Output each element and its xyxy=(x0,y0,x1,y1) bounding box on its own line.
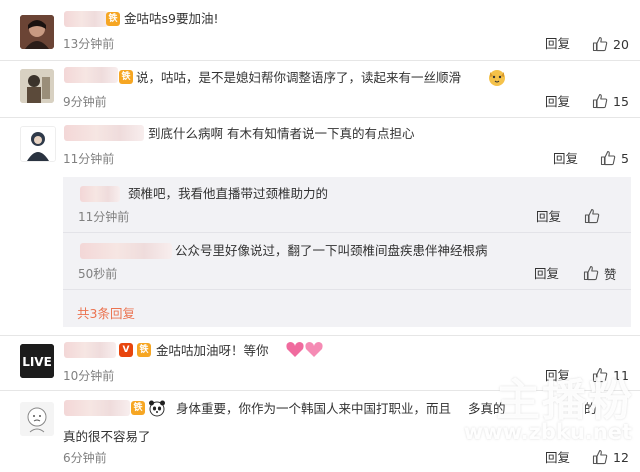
thumbs-up-icon xyxy=(583,265,599,281)
thumbs-up-icon xyxy=(600,150,616,166)
username-blurred[interactable] xyxy=(64,400,130,416)
reply-button[interactable]: 回复 xyxy=(534,266,559,282)
sub-reply-text: 公众号里好像说过，翻了一下叫颈椎间盘疾患伴神经根病 xyxy=(175,243,488,258)
reply-button[interactable]: 回复 xyxy=(545,450,570,466)
avatar[interactable] xyxy=(20,69,54,103)
heart-emoji-icon xyxy=(285,340,325,364)
like-count: 11 xyxy=(613,367,629,383)
thumbs-up-icon xyxy=(584,208,600,224)
comment-text: 说，咕咕，是不是媳妇帮你调整语序了，读起来有一丝顺滑 xyxy=(136,70,462,85)
fan-badge-icon: 铁 xyxy=(131,401,145,415)
sub-replies-box: 颈椎吧，我看他直播带过颈椎助力的 11分钟前 回复 公众号里好像说过，翻了一下叫… xyxy=(63,177,631,327)
comment-text-right: 的 xyxy=(584,401,597,416)
like-button[interactable]: 12 xyxy=(592,448,629,466)
comment-text: 金咕咕s9要加油! xyxy=(124,11,219,26)
avatar[interactable]: LIVE xyxy=(20,344,54,378)
like-count: 5 xyxy=(621,150,629,166)
reply-button[interactable]: 回复 xyxy=(545,36,570,52)
reply-button[interactable]: 回复 xyxy=(553,151,578,167)
reply-button[interactable]: 回复 xyxy=(545,94,570,110)
svg-text:LIVE: LIVE xyxy=(22,355,52,369)
thumbs-up-icon xyxy=(592,367,608,383)
verified-v-icon: V xyxy=(119,343,133,357)
username-blurred[interactable] xyxy=(64,11,108,27)
like-count: 12 xyxy=(613,449,629,465)
username-blurred[interactable] xyxy=(64,125,144,141)
comment-text-tail: 多真的 xyxy=(468,401,506,416)
panda-emoji-icon xyxy=(148,399,166,421)
like-button[interactable]: 5 xyxy=(600,149,629,167)
reply-button[interactable]: 回复 xyxy=(545,368,570,384)
comment-time: 11分钟前 xyxy=(63,152,115,166)
like-button[interactable] xyxy=(584,207,600,225)
thumbs-up-icon xyxy=(592,93,608,109)
like-button[interactable]: 20 xyxy=(592,35,629,53)
comment-text: 金咕咕加油呀！等你 xyxy=(156,343,269,358)
like-label: 赞 xyxy=(604,266,617,282)
divider xyxy=(0,117,640,118)
divider xyxy=(0,60,640,61)
fan-badge-icon: 铁 xyxy=(137,343,151,357)
sub-reply-time: 50秒前 xyxy=(78,267,118,281)
reply-button[interactable]: 回复 xyxy=(536,209,561,225)
divider xyxy=(63,232,631,233)
comment-text-line2: 真的很不容易了 xyxy=(63,429,151,444)
username-blurred[interactable] xyxy=(80,186,120,202)
username-blurred[interactable] xyxy=(80,243,172,259)
thumbs-up-icon xyxy=(592,449,608,465)
comment-time: 6分钟前 xyxy=(63,451,107,465)
divider xyxy=(63,289,631,290)
fan-badge-icon: 铁 xyxy=(119,70,133,84)
comment-time: 10分钟前 xyxy=(63,369,115,383)
like-count: 20 xyxy=(613,36,629,52)
more-replies-link[interactable]: 共3条回复 xyxy=(77,303,135,322)
sub-reply-text: 颈椎吧，我看他直播带过颈椎助力的 xyxy=(128,186,329,201)
thumbs-up-icon xyxy=(592,36,608,52)
comment-text: 身体重要，你作为一个韩国人来中国打职业，而且 xyxy=(176,401,452,416)
like-button[interactable]: 11 xyxy=(592,366,629,384)
avatar[interactable] xyxy=(20,15,54,49)
username-blurred[interactable] xyxy=(64,342,116,358)
username-blurred[interactable] xyxy=(64,67,118,83)
comment-text: 到底什么病啊 有木有知情者说一下真的有点担心 xyxy=(148,126,415,141)
comment-time: 13分钟前 xyxy=(63,37,115,51)
divider xyxy=(0,335,640,336)
fan-badge-icon: 铁 xyxy=(106,12,120,26)
like-count: 15 xyxy=(613,93,629,109)
watermark-url: www.zbku.net xyxy=(463,420,632,444)
avatar[interactable] xyxy=(20,126,56,162)
avatar[interactable] xyxy=(20,402,54,436)
divider xyxy=(0,390,640,391)
dog-emoji-icon xyxy=(487,67,507,91)
comment-time: 9分钟前 xyxy=(63,95,107,109)
sub-reply-time: 11分钟前 xyxy=(78,210,130,224)
like-button[interactable]: 15 xyxy=(592,92,629,110)
like-button[interactable]: 赞 xyxy=(583,264,617,282)
